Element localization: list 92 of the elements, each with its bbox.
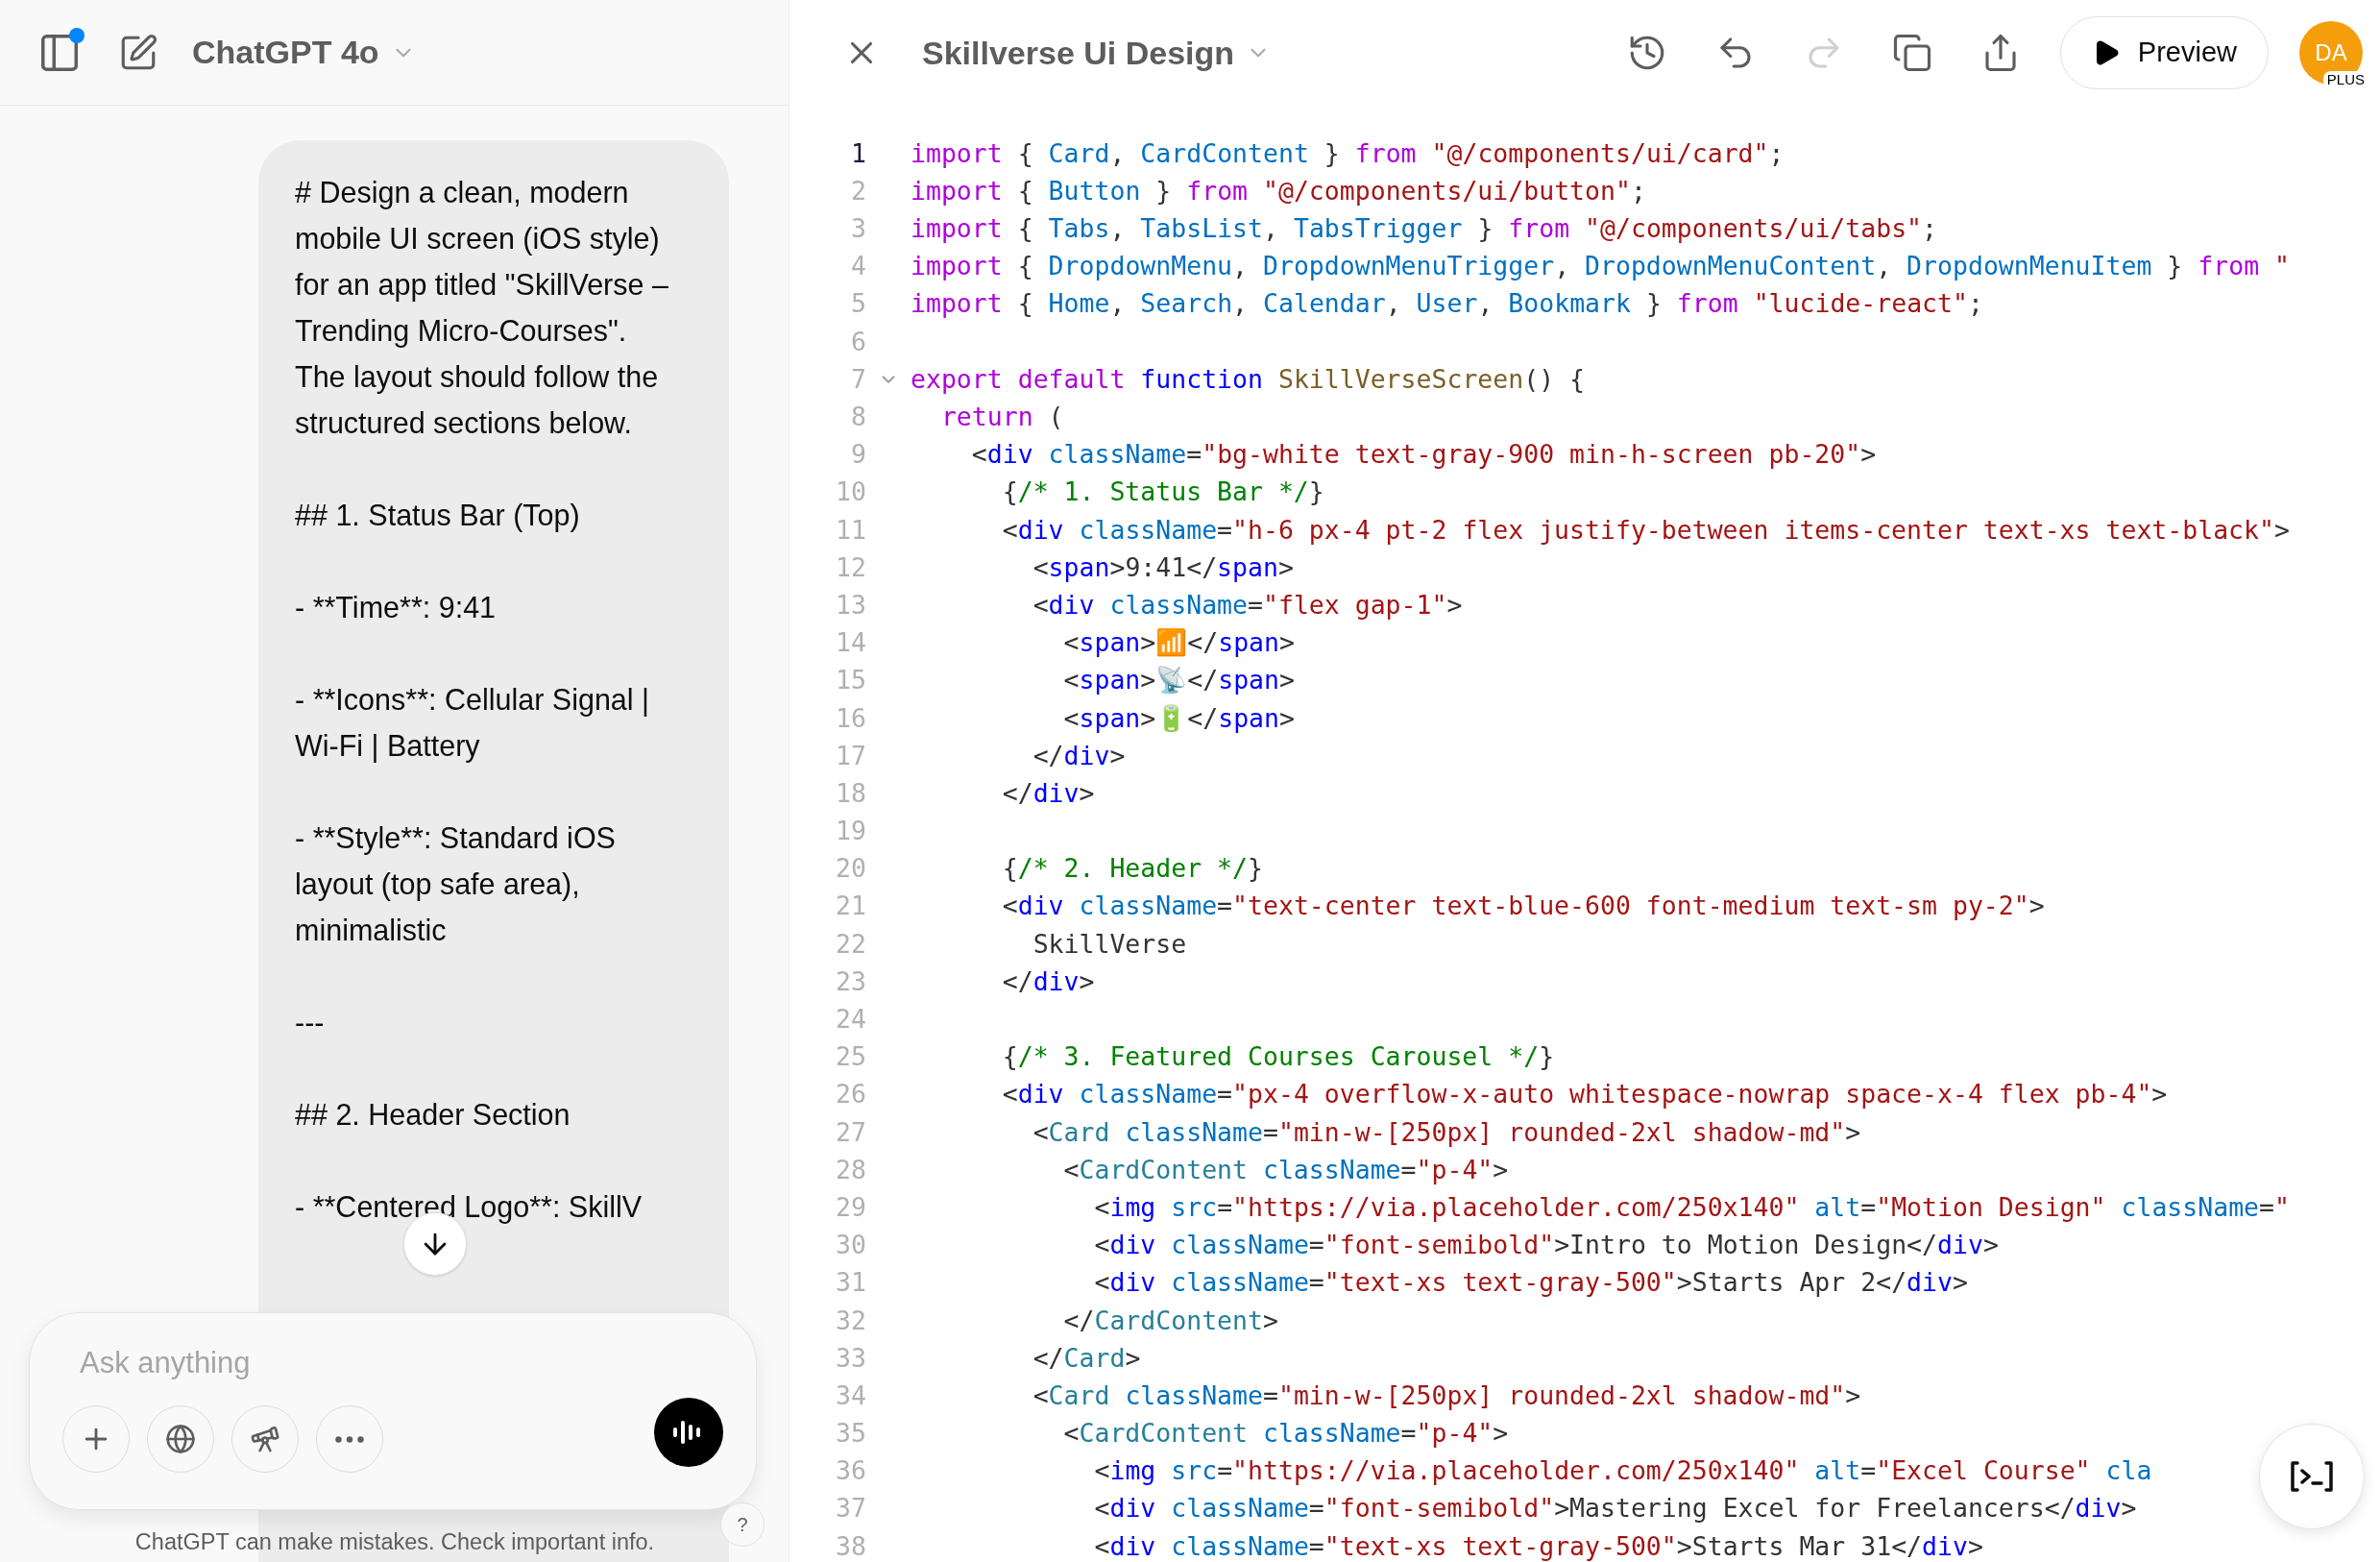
line-number: 21 bbox=[835, 890, 866, 923]
message-text: - **Time**: 9:41 bbox=[295, 590, 497, 625]
code-line: import { Tabs, TabsList, TabsTrigger } from "@/components/ui/tabs"; bbox=[911, 212, 1938, 246]
code-line: <CardContent className="p-4"> bbox=[1062, 1417, 1509, 1451]
line-number: 18 bbox=[835, 776, 866, 810]
line-number: 3 bbox=[850, 212, 866, 246]
copy-icon bbox=[1891, 33, 1932, 73]
code-line: <span>📡</span> bbox=[1062, 664, 1295, 697]
code-line: <div className="font-semibold">Intro to Motion Design</div> bbox=[1093, 1229, 1999, 1262]
line-number: 2 bbox=[850, 174, 866, 207]
message-text: ## 1. Status Bar (Top) bbox=[295, 498, 580, 534]
code-line: {/* 2. Header */} bbox=[1001, 852, 1263, 886]
line-number: 6 bbox=[850, 325, 866, 358]
code-line: <div className="flex gap-1"> bbox=[1032, 588, 1463, 622]
code-line: import { Button } from "@/components/ui/button"; bbox=[911, 174, 1646, 207]
code-line: <div className="text-xs text-gray-500">Starts Apr 2</div> bbox=[1093, 1266, 1968, 1300]
code-line: <div className="text-center text-blue-600 font-medium text-sm py-2"> bbox=[1001, 890, 2045, 923]
line-number: 20 bbox=[835, 852, 866, 886]
code-line: {/* 3. Featured Courses Carousel */} bbox=[1001, 1040, 1555, 1074]
line-number: 24 bbox=[835, 1003, 866, 1037]
line-number: 31 bbox=[835, 1266, 866, 1300]
line-number: 36 bbox=[835, 1454, 866, 1488]
code-line: {/* 1. Status Bar */} bbox=[1001, 476, 1324, 509]
line-number: 17 bbox=[835, 739, 866, 772]
code-line: <Card className="min-w-[250px] rounded-2xl shadow-md"> bbox=[1032, 1115, 1861, 1149]
line-number: 27 bbox=[835, 1115, 866, 1149]
line-number: 13 bbox=[835, 588, 866, 622]
code-line: <div className="bg-white text-gray-900 min-h-screen pb-20"> bbox=[970, 438, 1877, 472]
code-bracket-icon bbox=[2290, 1460, 2334, 1493]
code-line: </Card> bbox=[1032, 1341, 1141, 1375]
code-line: <div className="font-semibold">Mastering Excel for Freelancers</div> bbox=[1093, 1492, 2137, 1525]
line-number: 38 bbox=[835, 1529, 866, 1562]
code-line: export default function SkillVerseScreen() { bbox=[911, 362, 1586, 396]
code-line: <span>9:41</span> bbox=[1032, 550, 1294, 584]
code-line: SkillVerse bbox=[1032, 927, 1187, 961]
code-line: </div> bbox=[1001, 964, 1095, 998]
message-input[interactable]: Ask anything bbox=[62, 1334, 723, 1392]
line-number: 10 bbox=[835, 476, 866, 509]
line-number: 9 bbox=[850, 438, 866, 472]
globe-icon bbox=[165, 1424, 196, 1454]
line-number: 33 bbox=[835, 1341, 866, 1375]
code-line: import { DropdownMenu, DropdownMenuTrigger, DropdownMenuContent, DropdownMenuItem } from " bbox=[911, 250, 2290, 283]
code-line: import { Card, CardContent } from "@/components/ui/card"; bbox=[911, 136, 1785, 170]
line-number: 11 bbox=[835, 513, 866, 547]
line-number: 8 bbox=[850, 401, 866, 434]
line-number: 19 bbox=[835, 815, 866, 848]
line-number: 16 bbox=[835, 701, 866, 735]
message-text: - **Icons**: Cellular Signal | Wi-Fi | Battery bbox=[295, 682, 650, 765]
line-number: 26 bbox=[835, 1078, 866, 1111]
more-icon bbox=[335, 1435, 364, 1443]
code-line: <CardContent className="p-4"> bbox=[1062, 1153, 1509, 1186]
code-line: <Card className="min-w-[250px] rounded-2xl shadow-md"> bbox=[1032, 1379, 1861, 1412]
line-number: 1 bbox=[850, 136, 866, 170]
code-line: </div> bbox=[1001, 776, 1095, 810]
message-text: - **Style**: Standard iOS layout (top safe area), minimalistic bbox=[295, 820, 617, 948]
line-number: 29 bbox=[835, 1190, 866, 1224]
composer-field[interactable]: Ask anything bbox=[29, 1312, 757, 1510]
code-line: <div className="px-4 overflow-x-auto whitespace-nowrap space-x-4 flex pb-4"> bbox=[1001, 1078, 2168, 1111]
line-number: 23 bbox=[835, 964, 866, 998]
line-number: 35 bbox=[835, 1417, 866, 1451]
code-line: <div className="text-xs text-gray-500">Starts Mar 31</div> bbox=[1093, 1529, 1983, 1562]
code-line: <div className="h-6 px-4 pt-2 flex justify-between items-center text-xs text-black"> bbox=[1001, 513, 2290, 547]
code-line: </div> bbox=[1032, 739, 1126, 772]
code-line: <img src="https://via.placeholder.com/250x140" alt="Excel Course" cla bbox=[1093, 1454, 2152, 1488]
line-number: 4 bbox=[850, 250, 866, 283]
code-line: <img src="https://via.placeholder.com/250x140" alt="Motion Design" className=" bbox=[1093, 1190, 2290, 1224]
line-number: 7 bbox=[850, 362, 866, 396]
line-number: 5 bbox=[850, 287, 866, 321]
code-line: <span>🔋</span> bbox=[1062, 701, 1295, 735]
line-number: 32 bbox=[835, 1304, 866, 1337]
code-line: </CardContent> bbox=[1062, 1304, 1278, 1337]
code-line: <span>📶</span> bbox=[1062, 626, 1295, 660]
line-number: 22 bbox=[835, 927, 866, 961]
line-number: 14 bbox=[835, 626, 866, 660]
code-line: import { Home, Search, Calendar, User, Bookmark } from "lucide-react"; bbox=[911, 287, 1983, 321]
model-selector[interactable]: ChatGPT 4o bbox=[192, 28, 416, 77]
line-number: 28 bbox=[835, 1153, 866, 1186]
message-text: - **Centered Logo**: SkillV bbox=[295, 1189, 643, 1226]
message-text: ## 2. Header Section bbox=[295, 1097, 571, 1133]
line-number: 15 bbox=[835, 664, 866, 697]
line-number: 25 bbox=[835, 1040, 866, 1074]
help-button[interactable]: ? bbox=[720, 1502, 765, 1547]
message-text: # Design a clean, modern mobile UI screen (iOS style) for an app titled "SkillVerse – Trending Micro-Courses". The layout should follow the structured sections below. bbox=[295, 175, 669, 441]
line-number: 34 bbox=[835, 1379, 866, 1412]
line-number: 30 bbox=[835, 1229, 866, 1262]
code-line: return ( bbox=[939, 401, 1064, 434]
message-text: --- bbox=[295, 1005, 325, 1040]
line-number: 12 bbox=[835, 550, 866, 584]
document-title[interactable]: Skillverse Ui Design bbox=[922, 28, 1272, 78]
telescope-icon bbox=[250, 1424, 280, 1454]
disclaimer-text: ChatGPT can make mistakes. Check important info. bbox=[134, 1528, 656, 1556]
line-number: 37 bbox=[835, 1492, 866, 1525]
